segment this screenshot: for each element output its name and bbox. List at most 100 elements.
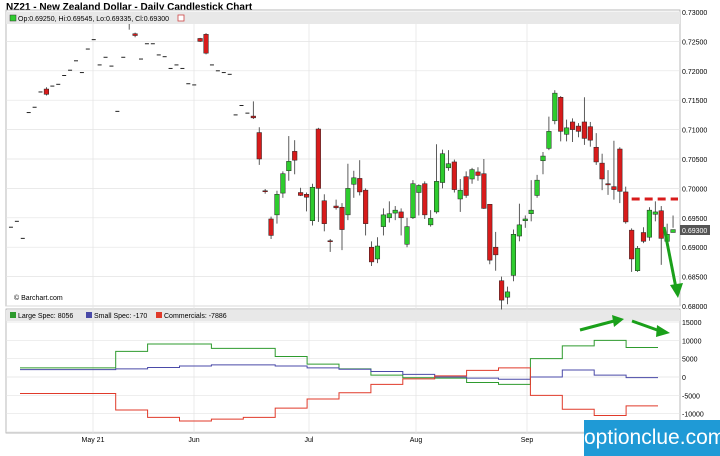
candle-body: [309, 186, 315, 221]
price-tick-label: 0.69000: [682, 245, 707, 252]
x-tick-label: May 21: [82, 437, 105, 444]
candle: [256, 127, 262, 165]
price-tick-label: 0.73000: [682, 10, 707, 17]
last-price-label: 0.69300: [682, 228, 707, 235]
price-tick-label: 0.68500: [682, 275, 707, 282]
x-tick-label: Jul: [305, 437, 314, 444]
candle-body: [469, 169, 475, 180]
candle-body: [303, 194, 310, 198]
candle-body: [457, 189, 463, 200]
candlestick-chart: NZ21 - New Zealand Dollar - Daily Candle…: [5, 2, 710, 444]
candle: [203, 33, 209, 55]
cot-tick-label: -10000: [682, 412, 704, 419]
candle-body: [439, 153, 446, 183]
candle-body: [274, 194, 280, 216]
candle-body: [292, 151, 298, 161]
legend-close-icon[interactable]: [177, 14, 185, 22]
candle-body: [463, 176, 469, 196]
candle-body: [611, 186, 617, 190]
price-tick-label: 0.71000: [682, 128, 707, 135]
candle-body: [599, 162, 605, 180]
candle-body: [315, 128, 321, 189]
candle-body: [605, 183, 611, 186]
candle-body: [374, 245, 381, 260]
barchart-watermark: © Barchart.com: [14, 294, 63, 302]
candle-body: [646, 209, 652, 238]
brand-logo: optionclue.com: [584, 420, 720, 456]
price-tick-label: 0.71500: [682, 98, 707, 105]
candle-body: [558, 97, 564, 132]
candle-body: [298, 192, 304, 196]
candle-body: [510, 234, 516, 276]
candle-body: [43, 88, 49, 95]
price-tick-label: 0.72000: [682, 69, 707, 76]
legend-large-spec: Large Spec: 8056: [18, 313, 73, 320]
candle-body: [587, 126, 593, 141]
candle: [635, 246, 641, 272]
price-panel: [5, 9, 681, 307]
legend-small-spec: Small Spec: -170: [94, 313, 147, 320]
candle-body: [522, 218, 528, 221]
candle-body: [445, 163, 451, 169]
y-axis-ticks: 0.73000 0.72500 0.72000 0.71500 0.71000 0.705…: [682, 10, 707, 437]
candle: [309, 183, 315, 226]
candle-body: [487, 204, 493, 261]
candle-body: [540, 155, 546, 162]
candle-body: [262, 190, 268, 193]
candle: [623, 186, 629, 224]
candle-body: [569, 121, 576, 130]
price-tick-label: 0.68000: [682, 304, 707, 311]
candle-body: [345, 188, 351, 216]
candle-body: [351, 177, 357, 185]
candle-body: [256, 132, 262, 160]
candle-body: [434, 181, 440, 213]
candle-body: [404, 226, 410, 245]
price-tick-label: 0.69500: [682, 216, 707, 223]
candle: [439, 149, 446, 189]
candle-body: [286, 161, 292, 172]
candle-body: [516, 224, 522, 237]
candle-body: [363, 189, 369, 224]
candle-body: [534, 179, 540, 196]
candle-body: [481, 173, 487, 209]
candle-body: [640, 232, 647, 242]
candle-body: [564, 127, 570, 135]
candle-body: [369, 246, 375, 263]
candle-body: [333, 205, 339, 209]
candle-body: [250, 115, 256, 119]
candle: [552, 90, 558, 125]
candle-body: [197, 38, 203, 42]
candle-body: [623, 191, 629, 223]
x-tick-label: Aug: [410, 437, 423, 444]
candle-body: [593, 146, 599, 163]
candle-body: [392, 209, 398, 214]
candle-body: [635, 248, 641, 271]
x-tick-label: Sep: [521, 437, 534, 444]
candle-body: [398, 211, 404, 219]
candle: [268, 216, 274, 239]
candle-body: [652, 211, 658, 215]
candle-body: [428, 218, 434, 226]
price-tick-label: 0.70000: [682, 186, 707, 193]
cot-panel: [5, 308, 681, 434]
cot-tick-label: 5000: [682, 357, 698, 364]
candle-body: [658, 210, 664, 239]
legend-swatch-price: [9, 14, 17, 22]
candle-body: [357, 178, 363, 193]
candle: [410, 180, 416, 219]
candle-body: [268, 218, 274, 236]
candle-body: [386, 213, 392, 219]
legend-swatch-comm: [156, 312, 162, 318]
cot-tick-label: -5000: [682, 393, 700, 400]
candle-body: [670, 229, 676, 233]
candle-body: [546, 131, 552, 149]
candle: [197, 37, 203, 42]
candle-body: [499, 280, 505, 301]
candle: [487, 204, 493, 265]
candle-body: [451, 161, 457, 190]
candle: [451, 159, 457, 193]
x-tick-label: Jun: [188, 437, 199, 444]
cot-tick-label: 0: [682, 375, 686, 382]
candle-body: [475, 171, 481, 176]
candle-body: [416, 185, 422, 193]
